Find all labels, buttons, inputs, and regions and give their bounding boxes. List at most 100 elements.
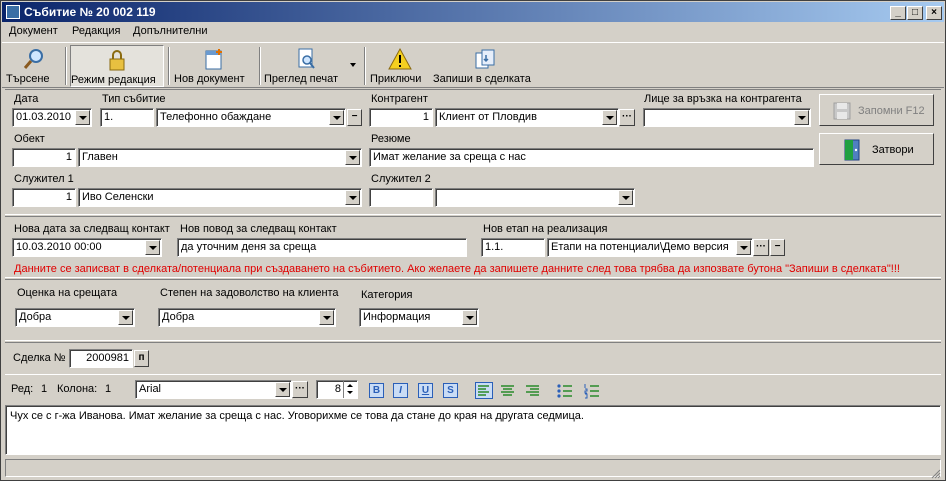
counterparty-select[interactable]: Клиент от Пловдив bbox=[435, 108, 619, 127]
title-bar[interactable]: Събитие № 20 002 119 _ □ × bbox=[2, 2, 944, 22]
save-to-deal-button[interactable]: Запиши в сделката bbox=[433, 45, 537, 87]
print-dropdown-arrow-icon[interactable] bbox=[350, 63, 356, 67]
event-window: Събитие № 20 002 119 _ □ × Документ Реда… bbox=[0, 0, 946, 481]
finish-label: Приключи bbox=[370, 73, 422, 85]
chevron-down-icon[interactable] bbox=[118, 310, 133, 325]
underline-button[interactable]: U bbox=[418, 383, 433, 398]
object-value: Главен bbox=[82, 151, 118, 163]
deal-no-label: Сделка № bbox=[13, 352, 66, 364]
font-value: Arial bbox=[139, 383, 162, 395]
strike-button[interactable]: S bbox=[443, 383, 458, 398]
numbered-list-icon[interactable] bbox=[583, 382, 600, 399]
employee1-select[interactable]: Иво Селенски bbox=[78, 188, 362, 207]
chevron-down-icon[interactable] bbox=[602, 110, 617, 125]
row-label: Ред: bbox=[11, 383, 34, 395]
finish-button[interactable]: Приключи bbox=[370, 45, 430, 87]
object-select[interactable]: Главен bbox=[78, 148, 362, 167]
event-type-clear-button[interactable]: − bbox=[347, 109, 362, 126]
event-type-select[interactable]: Телефонно обаждане bbox=[156, 108, 346, 127]
align-left-icon[interactable] bbox=[475, 382, 493, 399]
bullet-list-icon[interactable] bbox=[556, 382, 573, 399]
employee1-value: Иво Селенски bbox=[82, 191, 154, 203]
maximize-button[interactable]: □ bbox=[907, 6, 923, 20]
save-warning-text: Данните се записват в сделката/потенциал… bbox=[14, 263, 900, 275]
next-contact-reason-input[interactable]: да уточним деня за среща bbox=[177, 238, 467, 257]
satisfaction-select[interactable]: Добра bbox=[158, 308, 336, 327]
chevron-down-icon[interactable] bbox=[275, 382, 290, 397]
spinner-arrows-icon[interactable] bbox=[343, 381, 357, 398]
counterparty-value: Клиент от Пловдив bbox=[439, 111, 537, 123]
italic-button[interactable]: I bbox=[393, 383, 408, 398]
save-to-deal-label: Запиши в сделката bbox=[433, 73, 531, 85]
date-field[interactable]: 01.03.2010 bbox=[12, 108, 92, 127]
deal-pick-button[interactable]: п bbox=[134, 350, 149, 367]
minimize-button[interactable]: _ bbox=[890, 6, 906, 20]
new-document-button[interactable]: Нов документ bbox=[174, 45, 254, 87]
font-size-value: 8 bbox=[334, 383, 341, 395]
edit-mode-label: Режим редакция bbox=[71, 74, 156, 86]
warning-icon bbox=[388, 47, 412, 70]
counterparty-label: Контрагент bbox=[371, 93, 428, 105]
category-label: Категория bbox=[361, 289, 413, 301]
chevron-down-icon[interactable] bbox=[75, 110, 90, 125]
row-value: 1 bbox=[41, 383, 48, 395]
counterparty-browse-button[interactable]: ··· bbox=[619, 109, 635, 126]
satisfaction-label: Степен на задоволство на клиента bbox=[160, 287, 339, 299]
app-icon bbox=[6, 5, 20, 19]
menu-edit[interactable]: Редакция bbox=[72, 25, 120, 37]
date-label: Дата bbox=[14, 93, 39, 105]
counterparty-code-field[interactable]: 1 bbox=[369, 108, 433, 127]
search-button[interactable]: Търсене bbox=[6, 45, 62, 87]
font-browse-button[interactable]: ··· bbox=[292, 381, 308, 398]
next-stage-label: Нов етап на реализация bbox=[483, 223, 608, 235]
search-label: Търсене bbox=[6, 73, 50, 85]
chevron-down-icon[interactable] bbox=[329, 110, 344, 125]
employee1-code-field[interactable]: 1 bbox=[12, 188, 76, 207]
chevron-down-icon[interactable] bbox=[462, 310, 477, 325]
next-contact-date-value: 10.03.2010 00:00 bbox=[16, 241, 102, 253]
next-stage-code-field[interactable]: 1.1. bbox=[481, 238, 545, 257]
summary-input[interactable]: Имат желание за среща с нас bbox=[369, 148, 814, 167]
chevron-down-icon[interactable] bbox=[145, 240, 160, 255]
menu-additional[interactable]: Допълнителни bbox=[133, 25, 207, 37]
font-select[interactable]: Arial bbox=[135, 380, 292, 399]
deal-no-field[interactable]: 2000981 bbox=[69, 349, 133, 368]
menu-document[interactable]: Документ bbox=[9, 25, 58, 37]
edit-mode-button[interactable]: Режим редакция bbox=[70, 45, 164, 87]
chevron-down-icon[interactable] bbox=[794, 110, 809, 125]
align-center-icon[interactable] bbox=[499, 382, 516, 399]
category-value: Информация bbox=[363, 311, 431, 323]
resize-grip-icon[interactable] bbox=[929, 467, 941, 479]
next-contact-date-label: Нова дата за следващ контакт bbox=[14, 223, 170, 235]
chevron-down-icon[interactable] bbox=[618, 190, 633, 205]
event-type-label: Тип събитие bbox=[102, 93, 166, 105]
employee2-select[interactable] bbox=[435, 188, 635, 207]
event-type-code-field[interactable]: 1. bbox=[100, 108, 154, 127]
save-to-deal-icon bbox=[475, 49, 495, 69]
next-stage-select[interactable]: Етапи на потенциали\Демо версия bbox=[547, 238, 753, 257]
notes-textarea[interactable]: Чух се с г-жа Иванова. Имат желание за с… bbox=[5, 405, 941, 455]
chevron-down-icon[interactable] bbox=[319, 310, 334, 325]
align-right-icon[interactable] bbox=[524, 382, 541, 399]
close-window-button[interactable]: × bbox=[926, 6, 942, 20]
toolbar: Търсене Режим редакция Нов документ Прег… bbox=[2, 42, 944, 88]
save-f12-button[interactable]: Запомни F12 bbox=[819, 94, 934, 126]
next-contact-date-field[interactable]: 10.03.2010 00:00 bbox=[12, 238, 162, 257]
object-code-field[interactable]: 1 bbox=[12, 148, 76, 167]
close-button[interactable]: Затвори bbox=[819, 133, 934, 165]
next-stage-value: Етапи на потенциали\Демо версия bbox=[551, 241, 729, 253]
meeting-rating-select[interactable]: Добра bbox=[15, 308, 135, 327]
next-stage-clear-button[interactable]: − bbox=[770, 239, 785, 256]
chevron-down-icon[interactable] bbox=[345, 150, 360, 165]
print-preview-button[interactable]: Преглед печат bbox=[264, 45, 348, 87]
chevron-down-icon[interactable] bbox=[345, 190, 360, 205]
bold-button[interactable]: B bbox=[369, 383, 384, 398]
summary-label: Резюме bbox=[371, 133, 411, 145]
new-document-icon bbox=[205, 49, 222, 70]
employee1-label: Служител 1 bbox=[14, 173, 74, 185]
category-select[interactable]: Информация bbox=[359, 308, 479, 327]
contact-person-select[interactable] bbox=[643, 108, 811, 127]
next-stage-browse-button[interactable]: ··· bbox=[753, 239, 769, 256]
employee2-code-field[interactable] bbox=[369, 188, 433, 207]
chevron-down-icon[interactable] bbox=[736, 240, 751, 255]
